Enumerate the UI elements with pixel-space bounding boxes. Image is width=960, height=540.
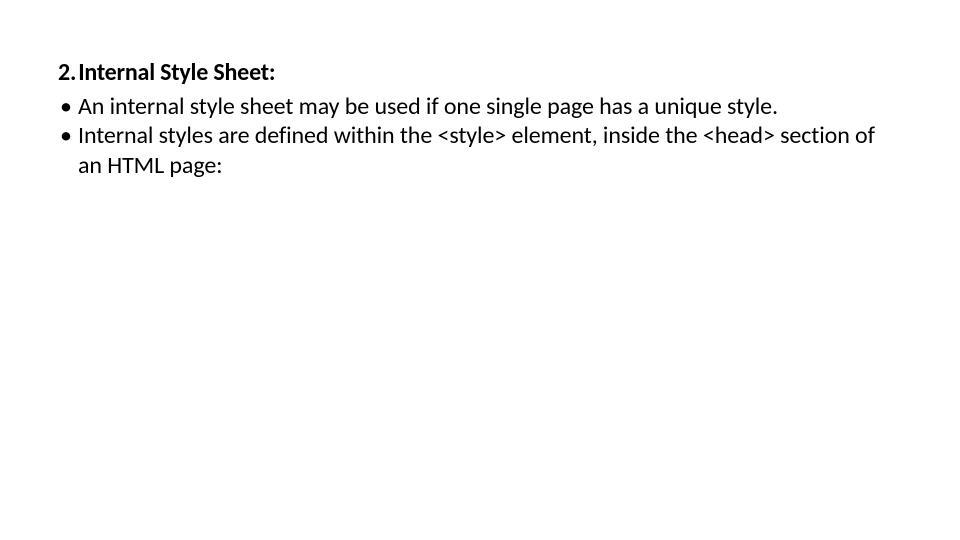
- heading-title: Internal Style Sheet:: [78, 58, 275, 87]
- list-item-text: An internal style sheet may be used if o…: [78, 92, 778, 121]
- heading-number: 2.: [58, 58, 76, 87]
- section-heading: 2.Internal Style Sheet:: [58, 58, 902, 88]
- list-item-text: Internal styles are defined within the <…: [78, 121, 875, 179]
- list-item: Internal styles are defined within the <…: [60, 121, 902, 180]
- bullet-list: An internal style sheet may be used if o…: [58, 92, 902, 180]
- list-item: An internal style sheet may be used if o…: [60, 92, 902, 121]
